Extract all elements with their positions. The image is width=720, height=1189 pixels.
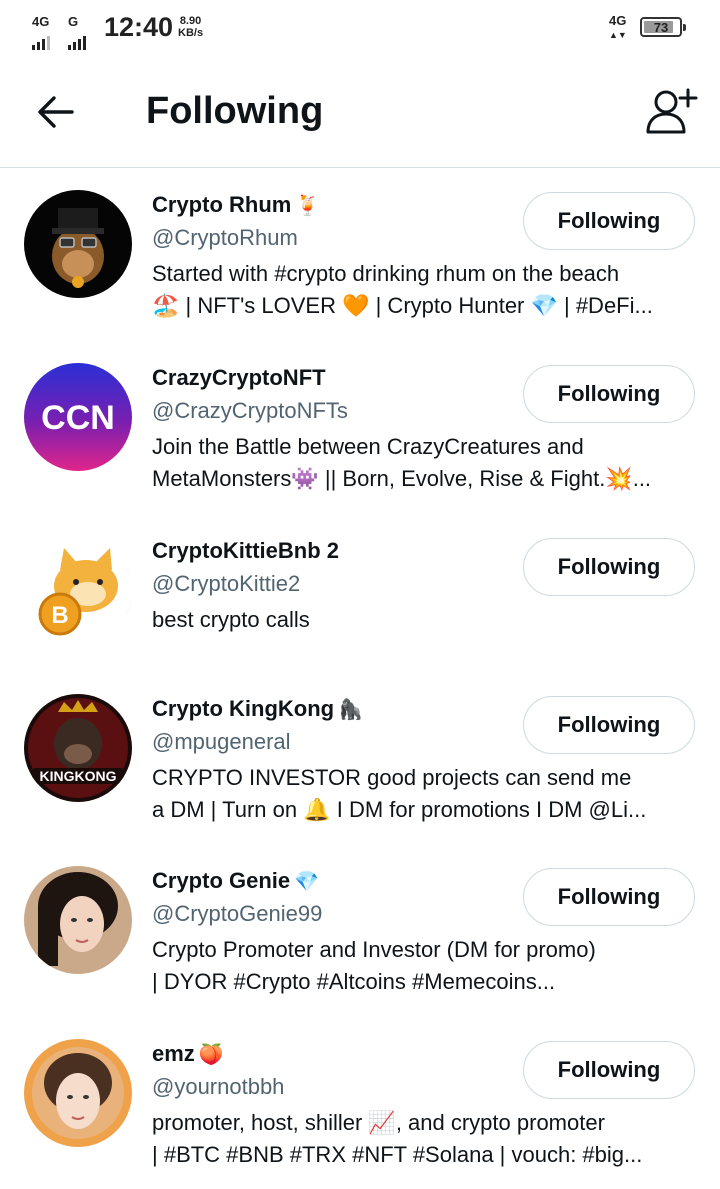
- add-user-button[interactable]: [644, 86, 700, 138]
- account-row[interactable]: KINGKONG Crypto KingKong 🦍 @mpugeneral CR…: [0, 672, 720, 844]
- battery-icon: 73: [640, 17, 686, 37]
- following-button[interactable]: Following: [523, 365, 695, 423]
- name-emoji: 🦍: [338, 699, 363, 721]
- bitcoin-symbol: B: [51, 602, 68, 629]
- bio-line-1: Crypto Promoter and Investor (DM for pro…: [152, 937, 596, 962]
- speed-value: 8.90: [179, 15, 202, 27]
- account-handle: @mpugeneral: [152, 729, 291, 754]
- account-name[interactable]: emz 🍑: [152, 1041, 224, 1067]
- following-button[interactable]: Following: [523, 868, 695, 926]
- account-row[interactable]: B CryptoKittieBnb 2 @CryptoKittie2 best …: [0, 514, 720, 686]
- bio-line-1: promoter, host, shiller 📈, and crypto pr…: [152, 1110, 605, 1135]
- account-bio: Started with #crypto drinking rhum on th…: [152, 258, 692, 322]
- account-handle: @CryptoKittie2: [152, 571, 301, 596]
- profile-photo-avatar-icon: [24, 1039, 132, 1147]
- name-emoji: 🍑: [198, 1044, 224, 1066]
- following-button[interactable]: Following: [523, 538, 695, 596]
- name-emoji: 💎: [294, 871, 320, 893]
- following-button[interactable]: Following: [523, 192, 695, 250]
- account-bio: Crypto Promoter and Investor (DM for pro…: [152, 934, 692, 998]
- account-handle: @CryptoRhum: [152, 225, 298, 250]
- account-name[interactable]: Crypto Rhum 🍹: [152, 192, 320, 218]
- account-name[interactable]: CryptoKittieBnb 2: [152, 538, 343, 564]
- name-emoji: 🍹: [295, 195, 321, 217]
- speed-unit: KB/s: [178, 27, 204, 39]
- account-name-text: Crypto Genie: [152, 868, 291, 893]
- following-button[interactable]: Following: [523, 1041, 695, 1099]
- account-name-text: CrazyCryptoNFT: [152, 365, 326, 390]
- account-name[interactable]: Crypto KingKong 🦍: [152, 696, 363, 722]
- avatar[interactable]: [24, 1039, 132, 1147]
- account-bio: promoter, host, shiller 📈, and crypto pr…: [152, 1107, 692, 1171]
- app-header: Following: [0, 56, 720, 168]
- account-name-text: emz: [152, 1041, 195, 1066]
- cat-bitcoin-avatar-icon: B: [24, 536, 132, 644]
- account-bio: best crypto calls: [152, 604, 692, 636]
- account-bio: CRYPTO INVESTOR good projects can send m…: [152, 762, 692, 826]
- battery-percent: 73: [653, 20, 669, 35]
- avatar[interactable]: B: [24, 536, 132, 644]
- signal-icon-2: [68, 32, 88, 50]
- account-name-text: Crypto Rhum: [152, 192, 292, 217]
- account-name-text: CryptoKittieBnb 2: [152, 538, 339, 563]
- battery-tip: [683, 24, 686, 31]
- avatar[interactable]: CCN: [24, 363, 132, 471]
- network-type-2: G: [68, 14, 79, 29]
- ccn-logo-text: CCN: [41, 399, 115, 437]
- account-name-text: Crypto KingKong: [152, 696, 335, 721]
- network-type-1: 4G: [32, 14, 50, 29]
- ccn-logo-avatar-icon: CCN: [24, 363, 132, 471]
- account-handle: @CryptoGenie99: [152, 901, 323, 926]
- bio-line-2: MetaMonsters👾 || Born, Evolve, Rise & Fi…: [152, 466, 652, 491]
- avatar[interactable]: [24, 190, 132, 298]
- bio-line-1: best crypto calls: [152, 607, 310, 632]
- bio-line-1: Started with #crypto drinking rhum on th…: [152, 261, 620, 286]
- network-type-right: 4G ▲▼: [609, 14, 627, 42]
- avatar[interactable]: [24, 866, 132, 974]
- account-row[interactable]: CCN CrazyCryptoNFT @CrazyCryptoNFTs Join…: [0, 341, 720, 513]
- following-button[interactable]: Following: [523, 696, 695, 754]
- account-row[interactable]: Crypto Genie 💎 @CryptoGenie99 Crypto Prom…: [0, 844, 720, 1016]
- account-bio: Join the Battle between CrazyCreatures a…: [152, 431, 692, 495]
- network-type-right-label: 4G: [609, 13, 627, 28]
- kingkong-logo-text: KINGKONG: [40, 768, 117, 784]
- status-bar: 4G G 12:40 8.90 KB/s 4G ▲▼ 73: [0, 0, 720, 56]
- bio-line-2: | #BTC #BNB #TRX #NFT #Solana | vouch: #…: [152, 1142, 643, 1167]
- bio-line-2: a DM | Turn on 🔔 I DM for promotions I D…: [152, 797, 647, 822]
- account-name[interactable]: CrazyCryptoNFT: [152, 365, 330, 391]
- bio-line-1: Join the Battle between CrazyCreatures a…: [152, 434, 584, 459]
- monkey-avatar-icon: [24, 190, 132, 298]
- gorilla-avatar-icon: KINGKONG: [24, 694, 132, 802]
- account-name[interactable]: Crypto Genie 💎: [152, 868, 319, 894]
- bio-line-2: 🏖️ | NFT's LOVER 🧡 | Crypto Hunter 💎 | #…: [152, 293, 653, 318]
- bio-line-1: CRYPTO INVESTOR good projects can send m…: [152, 765, 632, 790]
- signal-icon-1: [32, 32, 52, 50]
- status-time: 12:40: [104, 12, 174, 42]
- account-handle: @yournotbbh: [152, 1074, 285, 1099]
- avatar[interactable]: KINGKONG: [24, 694, 132, 802]
- back-button[interactable]: [36, 92, 76, 132]
- data-arrows-icon: ▲▼: [609, 30, 627, 40]
- page-title: Following: [146, 90, 324, 132]
- arrow-left-icon: [38, 96, 74, 128]
- account-row[interactable]: Crypto Rhum 🍹 @CryptoRhum Started with #c…: [0, 168, 720, 340]
- account-row[interactable]: emz 🍑 @yournotbbh promoter, host, shiller…: [0, 1017, 720, 1189]
- network-speed: 8.90 KB/s: [178, 15, 203, 39]
- account-handle: @CrazyCryptoNFTs: [152, 398, 348, 423]
- profile-photo-avatar-icon: [24, 866, 132, 974]
- bio-line-2: | DYOR #Crypto #Altcoins #Memecoins...: [152, 969, 556, 994]
- add-user-icon: [646, 88, 698, 134]
